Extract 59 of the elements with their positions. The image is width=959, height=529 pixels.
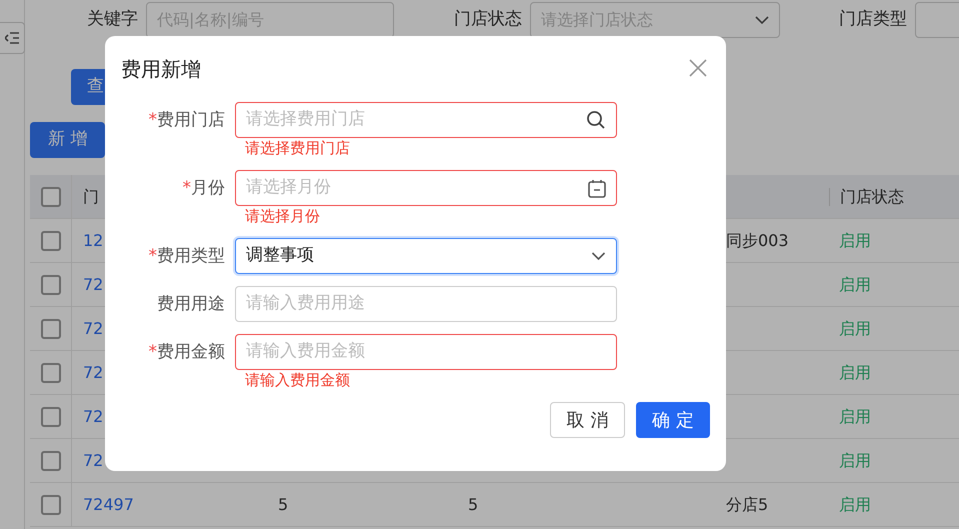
search-icon [586, 110, 606, 130]
store-name: 同步003 [726, 230, 789, 250]
table-cell: 5 [468, 494, 478, 514]
field-label: 费用用途 [157, 294, 225, 314]
add-button[interactable]: 新 增 [30, 122, 106, 158]
input-field[interactable]: 请选择费用门店 [235, 102, 617, 138]
status-text: 启用 [839, 362, 871, 382]
status-text: 启用 [839, 450, 871, 470]
field-label: 费用类型 [157, 246, 225, 266]
filter-label: 关键字 [87, 8, 138, 32]
status-text: 启用 [839, 318, 871, 338]
select-all-checkbox[interactable] [40, 186, 60, 206]
column-header: 门 [83, 186, 99, 206]
confirm-button[interactable]: 确 定 [636, 402, 710, 438]
store-code-link[interactable]: 12 [83, 230, 104, 250]
row-checkbox[interactable] [40, 450, 60, 470]
field-label: 费用金额 [157, 342, 225, 362]
status-text: 启用 [839, 406, 871, 426]
input-field[interactable]: 请输入费用金额 [235, 334, 617, 370]
store-code-link[interactable]: 72 [83, 318, 104, 338]
store-code-link[interactable]: 72 [83, 406, 104, 426]
input-field[interactable]: 请输入费用用途 [235, 286, 617, 322]
store-code-link[interactable]: 72 [83, 450, 104, 470]
status-text: 启用 [839, 494, 871, 514]
required-asterisk: * [148, 246, 157, 266]
status-text: 启用 [839, 274, 871, 294]
collapse-icon [5, 32, 19, 44]
field-label: 费用门店 [157, 110, 225, 130]
filter-label: 门店状态 [454, 8, 522, 32]
row-checkbox[interactable] [40, 406, 60, 426]
table-cell: 5 [278, 494, 288, 514]
row-checkbox[interactable] [40, 230, 60, 250]
filter-label: 门店类型 [839, 8, 907, 32]
dialog-title: 费用新增 [121, 56, 201, 82]
required-asterisk: * [182, 178, 191, 198]
row-checkbox[interactable] [40, 362, 60, 382]
row-checkbox[interactable] [40, 274, 60, 294]
row-checkbox[interactable] [40, 494, 60, 514]
store-code-link[interactable]: 72 [83, 274, 104, 294]
store-name: 分店5 [726, 494, 768, 514]
store-code-link[interactable]: 72 [83, 362, 104, 382]
input-field[interactable]: 请选择月份 [235, 170, 617, 206]
close-icon [689, 59, 707, 77]
cancel-button[interactable]: 取 消 [550, 402, 625, 438]
chevron-icon [591, 252, 606, 260]
store-code-link[interactable]: 72497 [83, 494, 134, 514]
error-message: 请选择费用门店 [245, 138, 351, 158]
select-field[interactable]: 调整事项 [235, 238, 617, 274]
field-label: 月份 [191, 178, 225, 198]
required-asterisk: * [148, 110, 157, 130]
status-text: 启用 [839, 230, 871, 250]
row-checkbox[interactable] [40, 318, 60, 338]
error-message: 请选择月份 [245, 206, 321, 226]
error-message: 请输入费用金额 [245, 370, 351, 390]
calendar-icon [588, 178, 606, 198]
required-asterisk: * [148, 342, 157, 362]
chevron-icon [755, 16, 769, 24]
collapse-toggle[interactable] [0, 22, 25, 54]
column-header: 门店状态 [840, 186, 904, 206]
